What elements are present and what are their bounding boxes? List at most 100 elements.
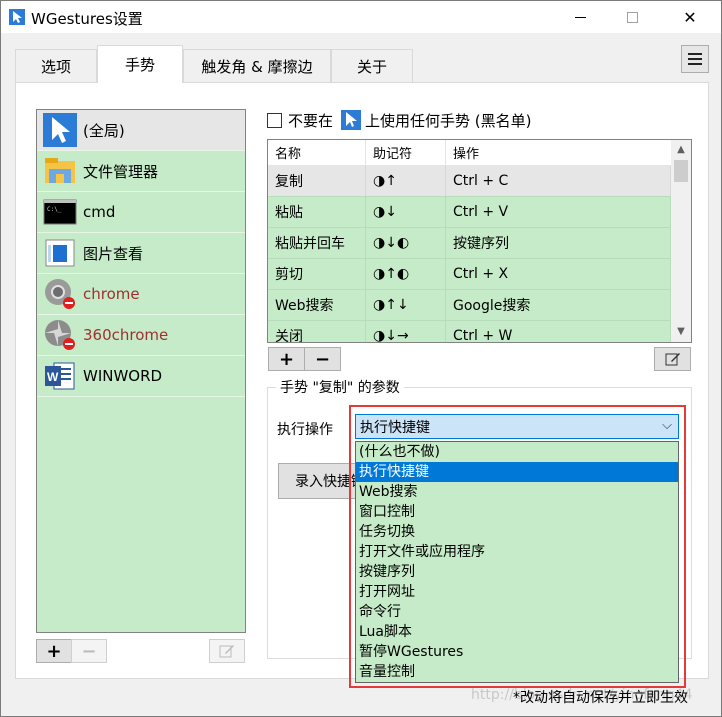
window-title: WGestures设置 [31,10,143,28]
maximize-button[interactable] [609,1,655,33]
app-item-file-explorer[interactable]: 文件管理器 [37,151,245,192]
dropdown-option[interactable]: 执行快捷键 [356,462,678,482]
app-label: 图片查看 [83,244,144,263]
table-header: 名称 助记符 操作 [268,140,671,166]
cell-name: 复制 [268,166,366,196]
blacklist-checkbox[interactable] [267,112,282,128]
blacklist-suffix: 上使用任何手势 (黑名单) [365,111,532,130]
cell-action: Ctrl + C [446,166,671,196]
dropdown-option[interactable]: (什么也不做) [356,442,678,462]
record-button-label: 录入快捷键 [295,474,355,490]
autosave-note: *改动将自动保存并立即生效 [513,690,688,706]
cell-name: 剪切 [268,259,366,289]
tab-label: 触发角 & 摩擦边 [201,57,313,76]
dropdown-option[interactable]: 按键序列 [356,562,678,582]
table-row[interactable]: 粘贴 ◑↓ Ctrl + V [268,197,671,228]
app-cursor-icon [9,9,25,25]
app-label: WINWORD [83,367,163,385]
hamburger-icon [688,53,702,65]
app-item-global[interactable]: (全局) [37,110,245,151]
action-dropdown-list[interactable]: (什么也不做) 执行快捷键 Web搜索 窗口控制 任务切换 打开文件或应用程序 … [355,441,679,683]
table-row[interactable]: 粘贴并回车 ◑↓◐ 按键序列 [268,228,671,259]
console-icon: C:\_ [43,199,77,225]
gesture-table: 名称 助记符 操作 复制 ◑↑ Ctrl + C 粘贴 ◑↓ Ctrl + V … [267,139,692,343]
minus-icon: − [81,640,97,662]
app-label: (全局) [83,121,125,140]
app-label: chrome [83,285,140,303]
params-title: 手势 "复制" 的参数 [276,377,404,397]
image-viewer-icon [45,239,75,267]
dropdown-option[interactable]: 打开文件或应用程序 [356,542,678,562]
add-app-button[interactable]: + [36,639,72,663]
tab-options[interactable]: 选项 [15,49,97,83]
chevron-down-icon: ⌵ [662,418,672,433]
action-label: 执行操作 [277,422,333,438]
cell-mnemonic: ◑↑↓ [366,290,446,320]
cell-mnemonic: ◑↑◐ [366,259,446,289]
tab-label: 选项 [40,57,71,76]
action-select[interactable]: 执行快捷键 ⌵ [355,414,679,439]
edit-icon [665,353,680,366]
remove-gesture-button[interactable]: − [304,347,341,371]
plus-icon: + [278,348,295,370]
close-button[interactable]: ✕ [667,1,713,33]
record-shortcut-button[interactable]: 录入快捷键 [278,463,356,499]
cell-mnemonic: ◑↓→ [366,321,446,342]
app-label: cmd [83,203,116,221]
blacklist-row: 不要在 上使用任何手势 (黑名单) [267,109,532,131]
edit-gesture-button[interactable] [654,347,691,371]
app-item-chrome[interactable]: chrome [37,274,245,315]
menu-button[interactable] [681,45,709,73]
app-item-image-viewer[interactable]: 图片查看 [37,233,245,274]
cursor-icon [43,113,77,147]
cell-mnemonic: ◑↓◐ [366,228,446,258]
dropdown-option[interactable]: 暂停WGestures [356,642,678,662]
minimize-icon [574,16,586,18]
dropdown-option[interactable]: Lua脚本 [356,622,678,642]
blacklist-prefix: 不要在 [288,111,334,130]
remove-app-button[interactable]: − [71,639,107,663]
cell-name: 关闭 [268,321,366,342]
title-bar: WGestures设置 ✕ [1,1,721,33]
table-row[interactable]: 复制 ◑↑ Ctrl + C [268,166,671,197]
svg-text:C:\_: C:\_ [47,206,62,213]
edit-icon [219,645,234,658]
settings-window: WGestures设置 ✕ 选项 手势 触发角 & 摩擦边 关于 (全局) 文件… [0,0,722,717]
app-item-360chrome[interactable]: 360chrome [37,315,245,356]
add-gesture-button[interactable]: + [268,347,305,371]
cell-mnemonic: ◑↓ [366,197,446,227]
dropdown-option[interactable]: 窗口控制 [356,502,678,522]
dropdown-option[interactable]: 命令行 [356,602,678,622]
table-row[interactable]: 剪切 ◑↑◐ Ctrl + X [268,259,671,290]
maximize-icon [626,11,638,23]
table-row[interactable]: 关闭 ◑↓→ Ctrl + W [268,321,671,342]
app-list[interactable]: (全局) 文件管理器 C:\_ cmd 图片查看 chrome 360chrom… [36,109,246,633]
scroll-down-icon[interactable]: ▼ [671,322,691,340]
scroll-up-icon[interactable]: ▲ [671,140,691,158]
tab-hot-corners[interactable]: 触发角 & 摩擦边 [183,49,331,83]
action-select-value: 执行快捷键 [360,419,430,436]
cell-name: 粘贴并回车 [268,228,366,258]
cursor-icon [341,110,362,130]
dropdown-option[interactable]: 任务切换 [356,522,678,542]
column-header-mnemonic[interactable]: 助记符 [366,140,446,165]
table-row[interactable]: Web搜索 ◑↑↓ Google搜索 [268,290,671,321]
scroll-thumb[interactable] [674,160,688,182]
cell-action: Ctrl + X [446,259,671,289]
cell-action: Ctrl + W [446,321,671,342]
close-icon: ✕ [683,7,697,27]
minimize-button[interactable] [557,1,603,33]
app-item-cmd[interactable]: C:\_ cmd [37,192,245,233]
dropdown-option[interactable]: Web搜索 [356,482,678,502]
app-item-winword[interactable]: W WINWORD [37,356,245,397]
dropdown-option[interactable]: 音量控制 [356,662,678,682]
table-scrollbar[interactable]: ▲ ▼ [671,140,691,342]
column-header-action[interactable]: 操作 [446,140,671,165]
tab-about[interactable]: 关于 [331,49,413,83]
dropdown-option[interactable]: 打开网址 [356,582,678,602]
column-header-name[interactable]: 名称 [268,140,366,165]
cell-action: 按键序列 [446,228,671,258]
svg-text:W: W [47,370,59,384]
tab-gestures[interactable]: 手势 [97,45,183,83]
edit-app-button[interactable] [209,639,245,663]
